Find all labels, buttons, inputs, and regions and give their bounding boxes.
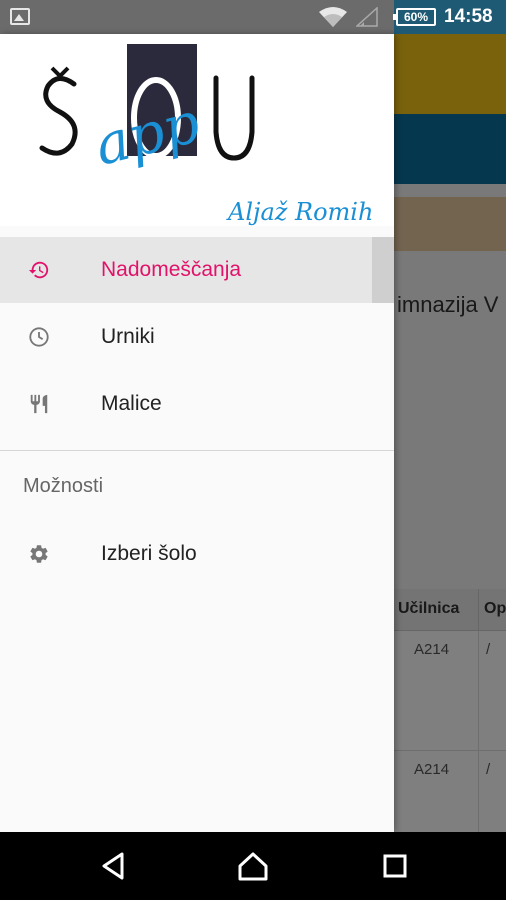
section-title-options: Možnosti <box>23 475 104 497</box>
menu-item-meals[interactable]: Malice <box>0 371 394 437</box>
menu-item-timetables[interactable]: Urniki <box>0 304 394 370</box>
menu-item-substitutions[interactable]: Nadomeščanja <box>0 237 394 303</box>
app-logo: app Aljaž Romih <box>39 66 373 226</box>
menu-item-select-school[interactable]: Izberi šolo <box>0 521 394 587</box>
status-time: 14:58 <box>444 6 493 27</box>
wifi-icon <box>319 7 347 27</box>
drawer-header: app Aljaž Romih <box>0 34 394 226</box>
signal-icon <box>356 7 378 27</box>
home-icon[interactable] <box>236 849 270 883</box>
menu-divider <box>0 450 394 451</box>
battery-icon: 60% <box>393 8 436 26</box>
status-bar: 60% 14:58 <box>0 0 506 34</box>
image-icon <box>10 8 30 25</box>
menu-item-label: Nadomeščanja <box>101 258 242 281</box>
battery-level: 60% <box>403 10 429 24</box>
menu-item-label: Malice <box>101 392 162 415</box>
system-nav-bar <box>0 832 506 900</box>
navigation-drawer: app Aljaž Romih Nadomeščanja Urniki Mali… <box>0 34 394 832</box>
svg-text:app: app <box>88 90 206 178</box>
cutlery-icon <box>30 394 48 414</box>
back-icon[interactable] <box>96 849 130 883</box>
logo-signature: Aljaž Romih <box>226 198 373 226</box>
gear-icon <box>30 545 48 563</box>
recents-icon[interactable] <box>378 849 412 883</box>
clock-icon <box>29 327 49 347</box>
menu-item-label: Izberi šolo <box>101 542 197 565</box>
history-icon <box>28 261 49 279</box>
active-indicator-right <box>372 237 394 303</box>
menu-item-label: Urniki <box>101 325 155 348</box>
